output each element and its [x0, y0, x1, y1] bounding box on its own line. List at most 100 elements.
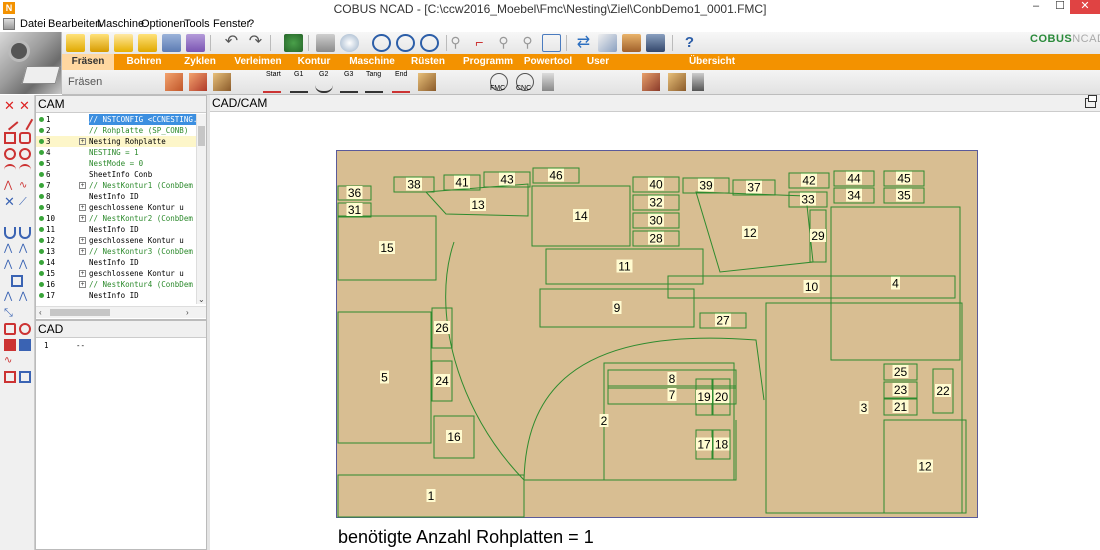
- new-file-icon[interactable]: [90, 34, 109, 52]
- menu-tools[interactable]: Tools: [184, 18, 210, 30]
- cam-vscroll-thumb[interactable]: [198, 126, 205, 146]
- rotate-180-icon[interactable]: [420, 34, 439, 52]
- tree-row[interactable]: 15 + geschlossene Kontur u: [36, 268, 196, 279]
- spline-icon[interactable]: ∿: [19, 180, 31, 192]
- snap-icon[interactable]: [284, 34, 303, 52]
- rectangle-icon[interactable]: [4, 132, 16, 144]
- move-icon[interactable]: ⤡: [4, 307, 16, 319]
- tree-row[interactable]: 8 NestInfo ID: [36, 191, 196, 202]
- menu-datei[interactable]: Datei: [20, 18, 46, 30]
- menu-fenster[interactable]: Fenster: [213, 18, 250, 30]
- menu-bearbeiten[interactable]: Bearbeiten: [48, 18, 101, 30]
- refresh-icon[interactable]: ⇄: [574, 34, 593, 52]
- mill-pocket-icon[interactable]: [213, 73, 231, 91]
- tab-powertool[interactable]: Powertool: [518, 54, 578, 70]
- tab-verleimen[interactable]: Verleimen: [228, 54, 288, 70]
- expand-icon[interactable]: +: [79, 204, 86, 211]
- tab-user[interactable]: User: [578, 54, 618, 70]
- chamfer-icon[interactable]: ⋀: [4, 243, 16, 255]
- rotate-cw-icon[interactable]: [372, 34, 391, 52]
- tree-row[interactable]: 16 +// NestKontur4 (ConbDem: [36, 279, 196, 290]
- cad-list-row[interactable]: 1 --: [36, 341, 206, 352]
- tab-uebersicht[interactable]: Übersicht: [682, 54, 742, 70]
- group-icon[interactable]: [19, 339, 31, 351]
- expand-icon[interactable]: +: [79, 138, 86, 145]
- help-icon[interactable]: ?: [680, 34, 699, 52]
- g1-line-icon[interactable]: [290, 79, 308, 93]
- zoom-window-icon[interactable]: ⌐: [470, 34, 489, 52]
- scroll-down-arrow[interactable]: ⌄: [198, 295, 205, 304]
- array-icon[interactable]: [4, 371, 16, 383]
- expand-icon[interactable]: +: [79, 182, 86, 189]
- trim-icon[interactable]: ⋀: [4, 259, 16, 271]
- tree-row[interactable]: 4 NESTING = 1: [36, 147, 196, 158]
- zoom-icon[interactable]: ⚲: [446, 34, 465, 52]
- line-angle-icon[interactable]: [16, 113, 34, 131]
- machine-icon[interactable]: [646, 34, 665, 52]
- tree-row[interactable]: 13 +// NestKontur3 (ConbDem: [36, 246, 196, 257]
- g2-arc-icon[interactable]: [315, 79, 333, 93]
- menu-optionen[interactable]: Optionen: [141, 18, 186, 30]
- tree-row[interactable]: 10 +// NestKontur2 (ConbDem: [36, 213, 196, 224]
- zoom-in-icon[interactable]: ⚲: [518, 34, 537, 52]
- open-folder-icon[interactable]: [66, 34, 85, 52]
- tree-row[interactable]: 11 NestInfo ID: [36, 224, 196, 235]
- tree-row[interactable]: 6 SheetInfo Conb: [36, 169, 196, 180]
- save-icon[interactable]: [162, 34, 181, 52]
- zoom-out-icon[interactable]: ⚲: [494, 34, 513, 52]
- menu-maschine[interactable]: Maschine: [97, 18, 144, 30]
- drill-tool-icon[interactable]: [642, 73, 660, 91]
- scroll-right-arrow[interactable]: ›: [186, 308, 189, 317]
- tree-row[interactable]: 14 NestInfo ID: [36, 257, 196, 268]
- diagonal-icon[interactable]: ⟋: [19, 196, 31, 208]
- pocket-icon[interactable]: [4, 323, 16, 335]
- g3-arc-icon[interactable]: [340, 79, 358, 93]
- tree-row[interactable]: 2 // Rohplatte (SP_CONB): [36, 125, 196, 136]
- delete-icon[interactable]: ✕: [4, 99, 16, 112]
- save-as-icon[interactable]: [186, 34, 205, 52]
- offset-icon[interactable]: [11, 275, 23, 287]
- tree-row[interactable]: 9 + geschlossene Kontur u: [36, 202, 196, 213]
- u-contour-2-icon[interactable]: [19, 227, 31, 239]
- undo-icon[interactable]: ↶: [222, 34, 241, 52]
- tree-row[interactable]: 5 NestMode = 0: [36, 158, 196, 169]
- copy-icon[interactable]: ⋀: [19, 291, 31, 303]
- maximize-button[interactable]: ☐: [1048, 0, 1072, 14]
- mill-icon[interactable]: [165, 73, 183, 91]
- circle-icon[interactable]: [4, 148, 16, 160]
- measure-tool-icon[interactable]: [692, 73, 704, 91]
- delete-all-icon[interactable]: ✕: [19, 99, 31, 112]
- cam-horizontal-scrollbar[interactable]: ‹ ›: [36, 306, 206, 318]
- extend-icon[interactable]: ⋀: [19, 259, 31, 271]
- line-icon[interactable]: [1, 113, 19, 131]
- u-contour-icon[interactable]: [4, 227, 16, 239]
- rotate-ccw-icon[interactable]: [396, 34, 415, 52]
- block-icon[interactable]: [4, 339, 16, 351]
- tab-programm[interactable]: Programm: [458, 54, 518, 70]
- restore-view-icon[interactable]: [1085, 95, 1097, 108]
- expand-icon[interactable]: +: [79, 237, 86, 244]
- cross-icon[interactable]: ✕: [4, 195, 16, 208]
- text-path-icon[interactable]: ∿: [4, 355, 16, 367]
- cam-vertical-scrollbar[interactable]: ⌄: [196, 114, 206, 304]
- tree-row[interactable]: 17 NestInfo ID: [36, 290, 196, 301]
- zoom-all-icon[interactable]: [542, 34, 561, 52]
- tree-row[interactable]: 1 // NSTCONFIG <CCNESTING.I: [36, 114, 196, 125]
- app-menu-icon[interactable]: [3, 18, 15, 30]
- import-icon[interactable]: [138, 34, 157, 52]
- nesting-tool-icon[interactable]: [668, 73, 686, 91]
- tab-maschine[interactable]: Maschine: [344, 54, 400, 70]
- open-file-icon[interactable]: [114, 34, 133, 52]
- preview-icon[interactable]: [340, 34, 359, 52]
- mill-contour-icon[interactable]: [189, 73, 207, 91]
- tab-zyklen[interactable]: Zyklen: [174, 54, 226, 70]
- tree-row[interactable]: 3 + Nesting Rohplatte: [36, 136, 196, 147]
- tangent-icon[interactable]: [365, 79, 383, 93]
- arc-3pt-icon[interactable]: [19, 164, 31, 176]
- contour-cycle-icon[interactable]: [418, 73, 436, 91]
- expand-icon[interactable]: +: [79, 281, 86, 288]
- calculator-icon[interactable]: [542, 73, 554, 91]
- close-button[interactable]: ✕: [1070, 0, 1100, 14]
- tree-row[interactable]: 7 +// NestKontur1 (ConbDem: [36, 180, 196, 191]
- tree-row[interactable]: 12 + geschlossene Kontur u: [36, 235, 196, 246]
